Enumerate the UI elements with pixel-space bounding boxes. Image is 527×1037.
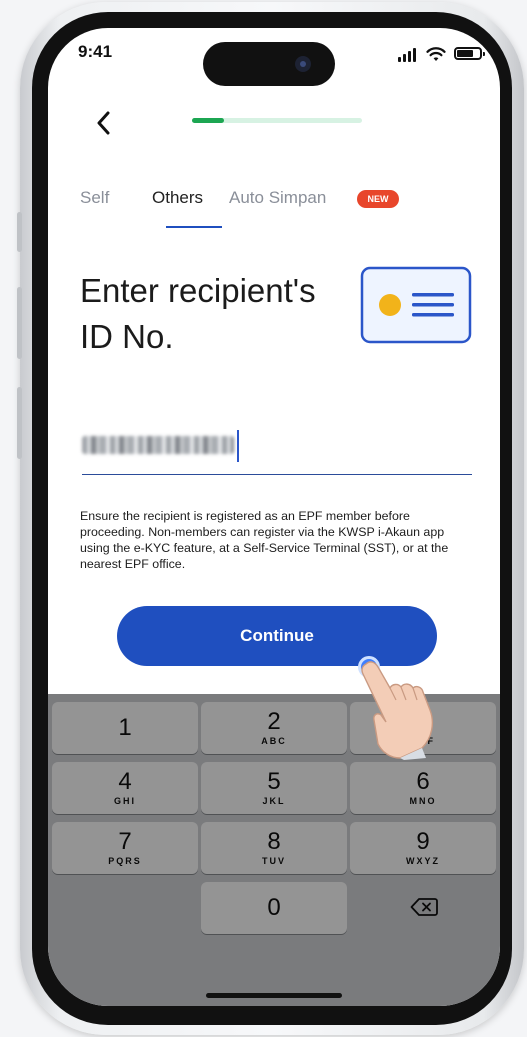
new-badge: NEW [357,190,399,208]
backspace-icon [410,898,438,916]
status-bar: 9:41 [48,28,500,88]
key-6-letters: MNO [409,796,437,806]
key-2-letters: ABC [261,736,287,746]
key-1[interactable]: 1 [52,702,198,754]
key-4-digit: 4 [118,768,132,795]
key-2[interactable]: 2 ABC [201,702,347,754]
pointing-hand-icon [361,661,434,760]
key-0[interactable]: 0 [201,882,347,934]
key-5[interactable]: 5 JKL [201,762,347,814]
key-7-letters: PQRS [108,856,142,866]
tab-auto-simpan[interactable]: Auto Simpan [229,188,326,208]
page-title: Enter recipient's ID No. [80,268,350,360]
key-4-letters: GHI [113,796,136,806]
id-card-icon [360,266,472,344]
registration-notice: Ensure the recipient is registered as an… [80,509,449,571]
mute-switch [17,212,22,252]
key-2-digit: 2 [267,708,281,735]
back-arrow-icon[interactable] [92,108,116,138]
key-8-digit: 8 [267,828,281,855]
id-number-input[interactable] [82,432,242,454]
text-caret [237,430,239,462]
key-7[interactable]: 7 PQRS [52,822,198,874]
backspace-key[interactable] [350,882,496,934]
key-9-digit: 9 [416,828,430,855]
key-6-digit: 6 [416,768,430,795]
active-tab-indicator [166,226,222,228]
tab-self[interactable]: Self [80,188,109,208]
key-0-digit: 0 [267,894,281,921]
key-9[interactable]: 9 WXYZ [350,822,496,874]
volume-up-button [17,287,22,359]
home-indicator [206,993,342,998]
key-9-letters: WXYZ [406,856,440,866]
key-1-digit: 1 [118,714,132,741]
app-screen: 9:41 Self Others Auto Simpan NEW Enter r… [48,28,500,1006]
step-progress-fill [192,118,225,123]
continue-button[interactable]: Continue [117,606,437,666]
recipient-tabs: Self Others Auto Simpan NEW [80,188,480,238]
signal-icon [398,48,420,62]
id-number-field[interactable] [82,426,472,475]
step-progress-bar [192,118,362,123]
wifi-icon [426,47,446,61]
dynamic-island [203,42,335,86]
battery-icon [454,47,485,60]
camera-icon [295,56,311,72]
page-title-line1: Enter recipient's [80,272,316,309]
tab-others[interactable]: Others [152,188,203,208]
key-4[interactable]: 4 GHI [52,762,198,814]
volume-down-button [17,387,22,459]
status-time: 9:41 [78,42,113,61]
key-8-letters: TUV [262,856,286,866]
key-7-digit: 7 [118,828,132,855]
key-8[interactable]: 8 TUV [201,822,347,874]
page-title-line2: ID No. [80,318,174,355]
key-5-digit: 5 [267,768,281,795]
key-5-letters: JKL [262,796,286,806]
key-6[interactable]: 6 MNO [350,762,496,814]
